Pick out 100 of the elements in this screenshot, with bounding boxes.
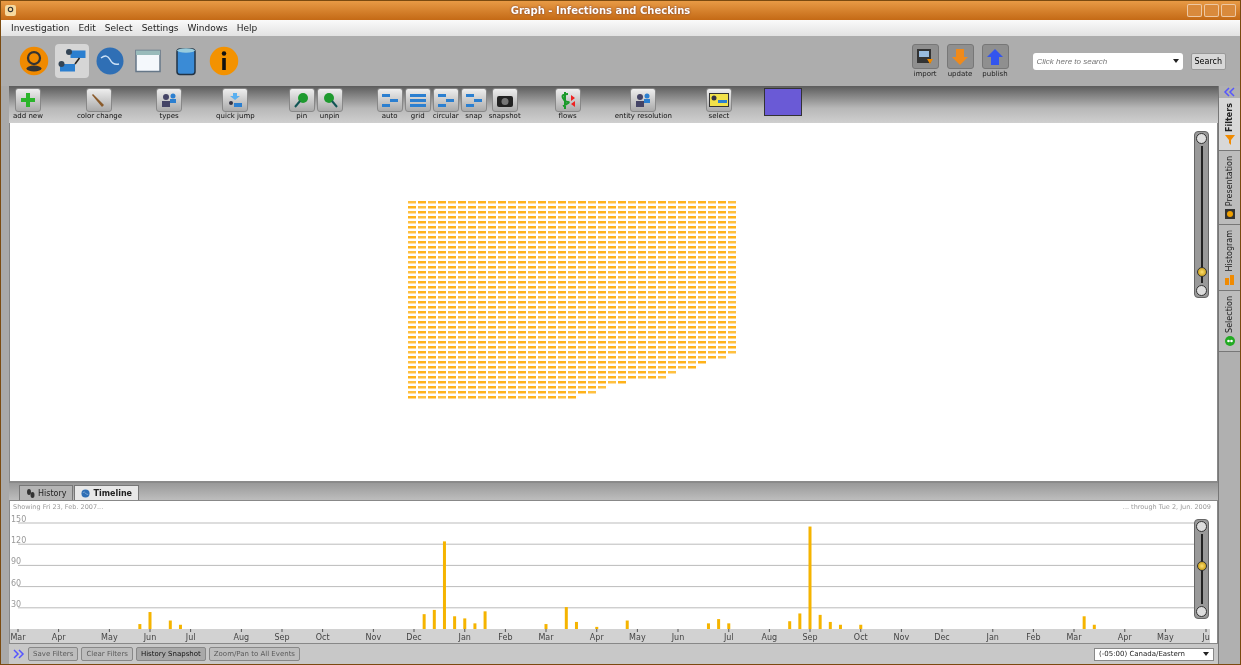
month-label: Aug bbox=[233, 633, 250, 642]
month-label: Feb bbox=[1026, 633, 1041, 642]
timeline-zoom-thumb[interactable] bbox=[1197, 560, 1207, 571]
app-toolbar-button[interactable] bbox=[55, 44, 89, 78]
panel-tab[interactable]: History bbox=[19, 485, 74, 500]
event-bar bbox=[148, 612, 152, 629]
month-label: Oct bbox=[853, 633, 868, 642]
up-arrow-icon bbox=[985, 46, 1005, 67]
expand-icon[interactable] bbox=[13, 649, 25, 659]
event-bar bbox=[422, 614, 426, 629]
event-bar bbox=[1082, 616, 1086, 629]
month-label: Mar bbox=[10, 633, 26, 642]
event-bar bbox=[717, 619, 721, 629]
dropdown-arrow-icon bbox=[1203, 652, 1209, 656]
event-bar bbox=[564, 607, 568, 629]
panel-tab[interactable]: Timeline bbox=[74, 485, 140, 500]
zoom-slider-thumb[interactable] bbox=[1197, 267, 1207, 278]
tool-button[interactable] bbox=[491, 88, 518, 112]
person-logo-icon bbox=[19, 46, 49, 76]
zoom-in-icon[interactable] bbox=[1196, 133, 1207, 144]
month-label: Jun bbox=[143, 633, 157, 642]
window-title: Graph - Infections and Checkins bbox=[509, 5, 692, 16]
month-label: May bbox=[101, 633, 118, 642]
side-tab[interactable]: Filters bbox=[1219, 98, 1240, 151]
month-label: Nov bbox=[893, 633, 910, 642]
search-button[interactable]: Search bbox=[1190, 52, 1226, 70]
person-card-icon bbox=[708, 93, 729, 107]
side-tab[interactable]: Histogram bbox=[1219, 225, 1240, 291]
info-icon bbox=[209, 46, 239, 76]
globe-icon bbox=[95, 46, 125, 76]
people-icon bbox=[161, 92, 178, 108]
search-field[interactable]: Click here to search bbox=[1032, 52, 1183, 70]
layout-icon bbox=[436, 92, 455, 108]
side-tab[interactable]: Presentation bbox=[1219, 150, 1240, 226]
grid-icon bbox=[408, 92, 427, 108]
zoom-in-icon[interactable] bbox=[1196, 521, 1207, 532]
month-label: Jul bbox=[185, 633, 196, 642]
app-toolbar-button[interactable] bbox=[17, 44, 51, 78]
dropdown-arrow-icon bbox=[1172, 59, 1179, 63]
event-bar bbox=[138, 624, 142, 629]
app-toolbar-button[interactable] bbox=[207, 44, 241, 78]
event-bar bbox=[574, 621, 578, 629]
bar-chart-icon bbox=[1224, 274, 1235, 285]
month-label: Dec bbox=[406, 633, 422, 642]
event-bar bbox=[168, 620, 172, 629]
y-axis-label: 30 bbox=[11, 599, 22, 609]
timeline-zoom-slider[interactable] bbox=[1194, 519, 1209, 619]
month-label: Dec bbox=[934, 633, 950, 642]
selection-icon bbox=[1224, 335, 1235, 346]
month-label: Mar bbox=[538, 633, 554, 642]
menu-item[interactable]: Select bbox=[104, 23, 133, 33]
event-bar bbox=[1092, 624, 1096, 629]
y-axis-label: 60 bbox=[11, 578, 22, 588]
month-label: Sep bbox=[802, 633, 818, 642]
event-bar bbox=[788, 621, 792, 629]
menu-item[interactable]: Settings bbox=[141, 23, 179, 33]
search-input[interactable]: Click here to search bbox=[1036, 56, 1173, 66]
month-label: Oct bbox=[315, 633, 330, 642]
down-arrow-icon bbox=[950, 46, 970, 67]
tool-button[interactable] bbox=[630, 88, 657, 112]
person-arrow-icon bbox=[227, 92, 244, 108]
month-label: Apr bbox=[589, 633, 604, 642]
month-label: Ju bbox=[1202, 633, 1210, 642]
menu-item[interactable]: Windows bbox=[187, 23, 228, 33]
menu-item[interactable]: Help bbox=[236, 23, 258, 33]
plus-icon bbox=[19, 92, 36, 108]
zoom-out-icon[interactable] bbox=[1196, 606, 1207, 617]
y-axis-label: 150 bbox=[11, 515, 27, 524]
month-label: Mar bbox=[1066, 633, 1082, 642]
pushpin-icon bbox=[321, 92, 338, 108]
zoom-out-icon[interactable] bbox=[1196, 285, 1207, 296]
month-label: May bbox=[1157, 633, 1174, 642]
people-icon bbox=[635, 92, 652, 108]
event-bar bbox=[818, 614, 822, 629]
month-label: Apr bbox=[1117, 633, 1132, 642]
month-label: Jan bbox=[986, 633, 999, 642]
event-bar bbox=[483, 611, 487, 629]
menu-item[interactable]: Investigation bbox=[11, 23, 70, 33]
month-label: Jul bbox=[723, 633, 734, 642]
tool-button[interactable] bbox=[156, 88, 183, 112]
funnel-icon bbox=[1224, 134, 1235, 145]
event-bar bbox=[859, 624, 863, 629]
month-label: Jun bbox=[671, 633, 685, 642]
event-bar bbox=[178, 624, 182, 629]
side-tab[interactable]: Selection bbox=[1219, 290, 1240, 352]
month-label: Nov bbox=[365, 633, 382, 642]
app-logo-icon bbox=[5, 5, 16, 16]
month-label: Jan bbox=[458, 633, 471, 642]
overview-thumbnail[interactable] bbox=[763, 88, 802, 116]
month-label: May bbox=[629, 633, 646, 642]
zoom-slider[interactable] bbox=[1194, 131, 1209, 298]
pushpin-icon bbox=[293, 92, 310, 108]
tool-button[interactable] bbox=[705, 88, 732, 112]
menu-item[interactable]: Edit bbox=[78, 23, 96, 33]
event-bar bbox=[838, 624, 842, 629]
event-bar bbox=[473, 623, 477, 629]
event-bar bbox=[625, 620, 629, 629]
event-bar bbox=[432, 609, 436, 629]
event-bar bbox=[706, 623, 710, 629]
action-button[interactable] bbox=[911, 44, 939, 69]
